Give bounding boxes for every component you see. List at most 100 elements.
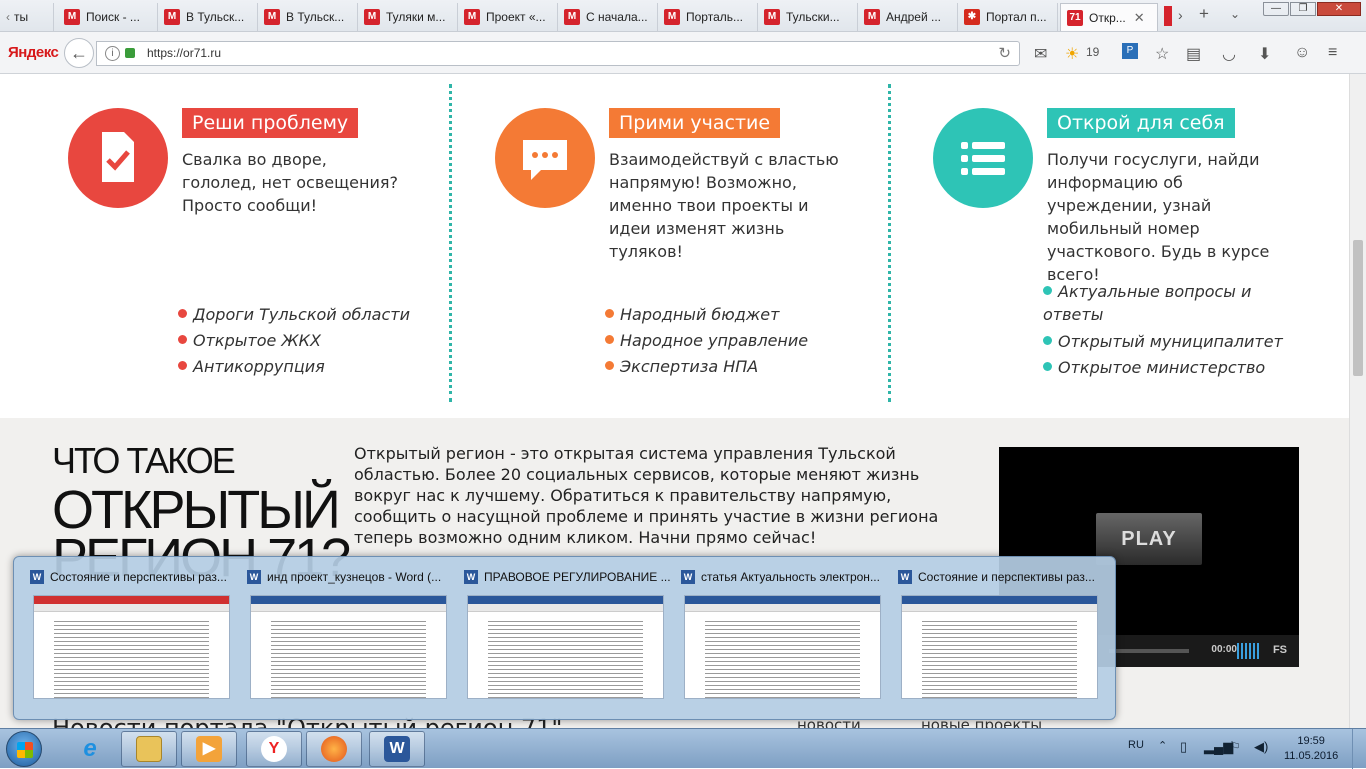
chevron-right-icon[interactable]: › (1178, 7, 1183, 23)
window-close-button[interactable]: ✕ (1317, 2, 1361, 16)
list-icon (961, 142, 1005, 175)
new-tab-button[interactable]: + (1199, 4, 1209, 24)
mail-icon[interactable]: ✉ (1034, 44, 1047, 64)
word-window-thumb[interactable]: W ПРАВОВОЕ РЕГУЛИРОВАНИЕ ... (464, 567, 671, 707)
bullet-dot (1043, 362, 1052, 371)
word-icon: W (898, 570, 912, 584)
taskbar-firefox[interactable] (306, 731, 362, 767)
browser-tab[interactable]: M Туляки м... (358, 3, 458, 31)
download-icon[interactable]: ⬇ (1258, 44, 1271, 64)
link-expertise[interactable]: Экспертиза НПА (605, 354, 808, 380)
link-roads[interactable]: Дороги Тульской области (178, 302, 410, 328)
word-icon: W (464, 570, 478, 584)
taskbar-word[interactable]: W (369, 731, 425, 767)
word-icon: W (681, 570, 695, 584)
word-window-thumb[interactable]: W Состояние и перспективы раз... (30, 567, 237, 707)
flag-icon[interactable]: ⚐ (1229, 739, 1241, 755)
video-progress[interactable] (1109, 649, 1189, 653)
scrollbar-thumb[interactable] (1353, 240, 1363, 376)
pocket-icon[interactable]: ◡ (1222, 44, 1236, 64)
close-tab-icon[interactable]: ✕ (1134, 10, 1145, 26)
browser-tab[interactable]: M Тульски... (758, 3, 858, 31)
browser-tab[interactable]: M С начала... (558, 3, 658, 31)
discover-description: Получи госуслуги, найди информацию об уч… (1047, 150, 1270, 284)
start-button[interactable] (6, 731, 42, 767)
mail-m-icon: M (764, 9, 780, 25)
link-ministry[interactable]: Открытое министерство (1043, 355, 1283, 381)
browser-tab[interactable]: M Поиск - ... (58, 3, 158, 31)
link-people-budget[interactable]: Народный бюджет (605, 302, 808, 328)
browser-tab[interactable]: ‹ ты (0, 3, 54, 31)
taskbar-yandex[interactable]: Y (246, 731, 302, 767)
extension-icon[interactable]: Р (1122, 43, 1138, 59)
link-municipality[interactable]: Открытый муниципалитет (1043, 329, 1283, 355)
link-people-governance[interactable]: Народное управление (605, 328, 808, 354)
word-window-thumb[interactable]: W Состояние и перспективы раз... (898, 567, 1105, 707)
reading-list-icon[interactable]: ▤ (1186, 44, 1201, 64)
url-text: https://or71.ru (147, 46, 222, 60)
firefox-icon (321, 736, 347, 762)
taskbar-media[interactable]: ▶ (181, 731, 237, 767)
device-icon[interactable]: ▯ (1180, 739, 1187, 755)
mail-m-icon: M (664, 9, 680, 25)
participate-circle[interactable] (495, 108, 595, 208)
browser-nav-bar: Яндекс ← i https://or71.ru ↻ ✉ ☀ 19 Р ☆ … (0, 32, 1366, 74)
volume-tray-icon[interactable]: ◀) (1254, 739, 1268, 755)
address-bar[interactable]: i https://or71.ru ↻ (96, 41, 1020, 66)
link-label: Дороги Тульской области (193, 305, 410, 324)
back-button[interactable]: ← (64, 38, 94, 68)
minimize-button[interactable]: — (1263, 2, 1289, 16)
weather-sun-icon[interactable]: ☀ (1065, 44, 1079, 64)
browser-tab[interactable]: M В Тульск... (258, 3, 358, 31)
browser-tab[interactable]: M Порталь... (658, 3, 758, 31)
smiley-icon[interactable]: ☺ (1294, 44, 1310, 62)
badge-participate[interactable]: Прими участие (609, 108, 781, 138)
problem-circle[interactable] (68, 108, 168, 208)
taskbar-explorer[interactable] (121, 731, 177, 767)
language-indicator[interactable]: RU (1128, 739, 1144, 751)
thumb-title: ПРАВОВОЕ РЕГУЛИРОВАНИЕ ... (484, 570, 671, 584)
mail-m-icon: M (564, 9, 580, 25)
thumb-title: статья Актуальность электрон... (701, 570, 880, 584)
bullet-dot (178, 335, 187, 344)
browser-tab[interactable]: ✱ Портал п... (958, 3, 1058, 31)
badge-discover[interactable]: Открой для себя (1047, 108, 1235, 138)
menu-icon[interactable]: ≡ (1328, 44, 1337, 62)
browser-tab[interactable]: M В Тульск... (158, 3, 258, 31)
restore-button[interactable]: ❐ (1290, 2, 1316, 16)
browser-tab-active[interactable]: 71 Откр... ✕ (1060, 3, 1158, 31)
yandex-browser-icon: Y (261, 736, 287, 762)
tray-expand-icon[interactable]: ⌃ (1158, 739, 1167, 752)
link-housing[interactable]: Открытое ЖКХ (178, 328, 410, 354)
bookmark-star-icon[interactable]: ☆ (1155, 44, 1169, 64)
yandex-logo: Яндекс (8, 44, 59, 61)
weather-temp[interactable]: 19 (1086, 45, 1099, 59)
mail-m-icon: M (64, 9, 80, 25)
fullscreen-button[interactable]: FS (1273, 644, 1287, 656)
system-clock[interactable]: 19:59 11.05.2016 (1284, 734, 1338, 764)
badge-solve-problem[interactable]: Реши проблему (182, 108, 359, 138)
volume-icon[interactable] (1237, 643, 1259, 659)
link-faq[interactable]: Актуальные вопросы и ответы (1043, 280, 1258, 326)
mail-m-icon: M (364, 9, 380, 25)
browser-tab[interactable]: M Андрей ... (858, 3, 958, 31)
reload-icon[interactable]: ↻ (998, 42, 1011, 65)
word-icon: W (384, 736, 410, 762)
bullet-dot (1043, 286, 1052, 295)
page-scrollbar[interactable] (1349, 74, 1366, 728)
taskbar-ie[interactable]: e (62, 731, 118, 767)
info-icon[interactable]: i (105, 46, 120, 61)
clock-time: 19:59 (1297, 735, 1325, 747)
partial-tab-icon (1164, 6, 1172, 26)
windows-taskbar: e ▶ Y W RU ⌃ ▯ ▂▄▆ ⚐ ◀) 19:59 11.05.2016 (0, 728, 1366, 769)
word-window-thumb[interactable]: Wстатья Актуальность электрон... (681, 567, 888, 707)
link-anticorruption[interactable]: Антикоррупция (178, 354, 410, 380)
region-emblem-icon: ✱ (964, 9, 980, 25)
chevron-down-icon[interactable]: ⌄ (1230, 7, 1240, 21)
show-desktop-button[interactable] (1352, 729, 1366, 769)
tab-title: Портал п... (986, 10, 1047, 24)
browser-tab[interactable]: M Проект «... (458, 3, 558, 31)
word-window-thumb[interactable]: Wинд проект_кузнецов - Word (... (247, 567, 454, 707)
link-label: Народный бюджет (620, 305, 780, 324)
discover-circle[interactable] (933, 108, 1033, 208)
